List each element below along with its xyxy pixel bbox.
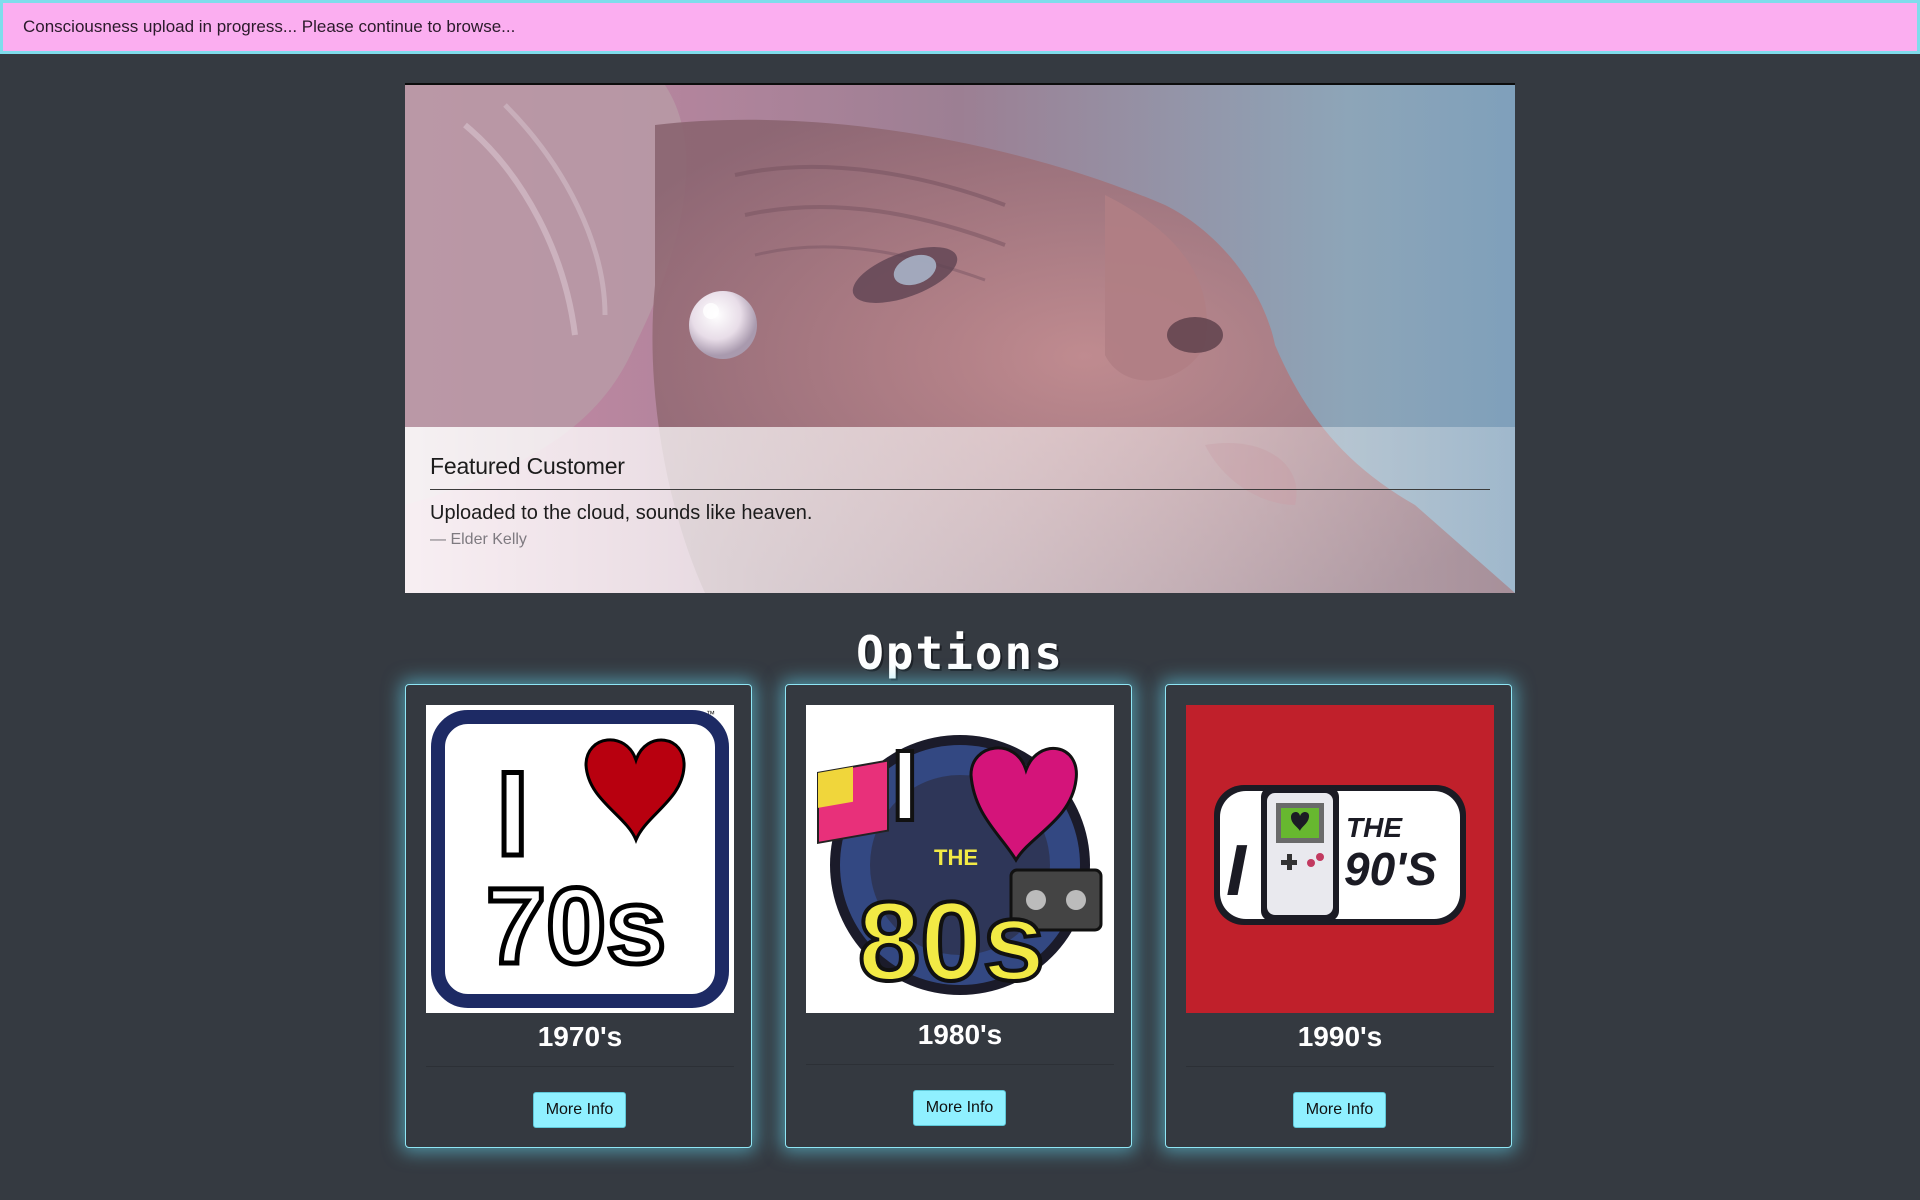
options-heading: Options (856, 626, 1064, 680)
upload-status-banner: Consciousness upload in progress... Plea… (0, 0, 1920, 54)
card-divider (1186, 1066, 1494, 1067)
i-love-80s-image: I THE 80s (806, 705, 1114, 1013)
the-label: THE (934, 845, 978, 870)
more-info-button-1980s[interactable]: More Info (913, 1090, 1006, 1126)
option-card-1970s: ™ I 70s 1970's More Info (405, 684, 752, 1148)
option-title-1970s: 1970's (537, 1021, 623, 1052)
i-love-90s-image: I THE 90'S (1186, 705, 1494, 1013)
letter-i-label: I (891, 730, 919, 842)
i-love-70s-image: ™ I 70s (426, 705, 734, 1013)
option-title-1990s: 1990's (1297, 1021, 1383, 1052)
more-info-button-1990s[interactable]: More Info (1293, 1092, 1386, 1128)
featured-customer-title: Featured Customer (430, 453, 625, 479)
card-divider (426, 1066, 734, 1067)
caption-divider (430, 489, 1490, 490)
nineties-label: 90'S (1344, 843, 1437, 895)
featured-customer-hero: Featured Customer Uploaded to the cloud,… (405, 83, 1515, 593)
the-label: THE (1346, 812, 1403, 843)
eighties-label: 80s (858, 879, 1045, 1004)
card-divider (806, 1064, 1114, 1065)
testimonial-author: — Elder Kelly (430, 531, 527, 548)
letter-i-label: I (1226, 831, 1248, 911)
more-info-button-1970s[interactable]: More Info (533, 1092, 626, 1128)
letter-i-label: I (496, 747, 529, 881)
testimonial-quote: Uploaded to the cloud, sounds like heave… (430, 502, 813, 524)
upload-status-text: Consciousness upload in progress... Plea… (23, 17, 516, 36)
option-title-1980s: 1980's (917, 1019, 1003, 1050)
option-card-1980s: I THE 80s 1980's More Info (785, 684, 1132, 1148)
trademark-label: ™ (706, 709, 715, 719)
option-card-1990s: I THE 90'S 1990's More Info (1165, 684, 1512, 1148)
seventies-label: 70s (486, 865, 666, 986)
